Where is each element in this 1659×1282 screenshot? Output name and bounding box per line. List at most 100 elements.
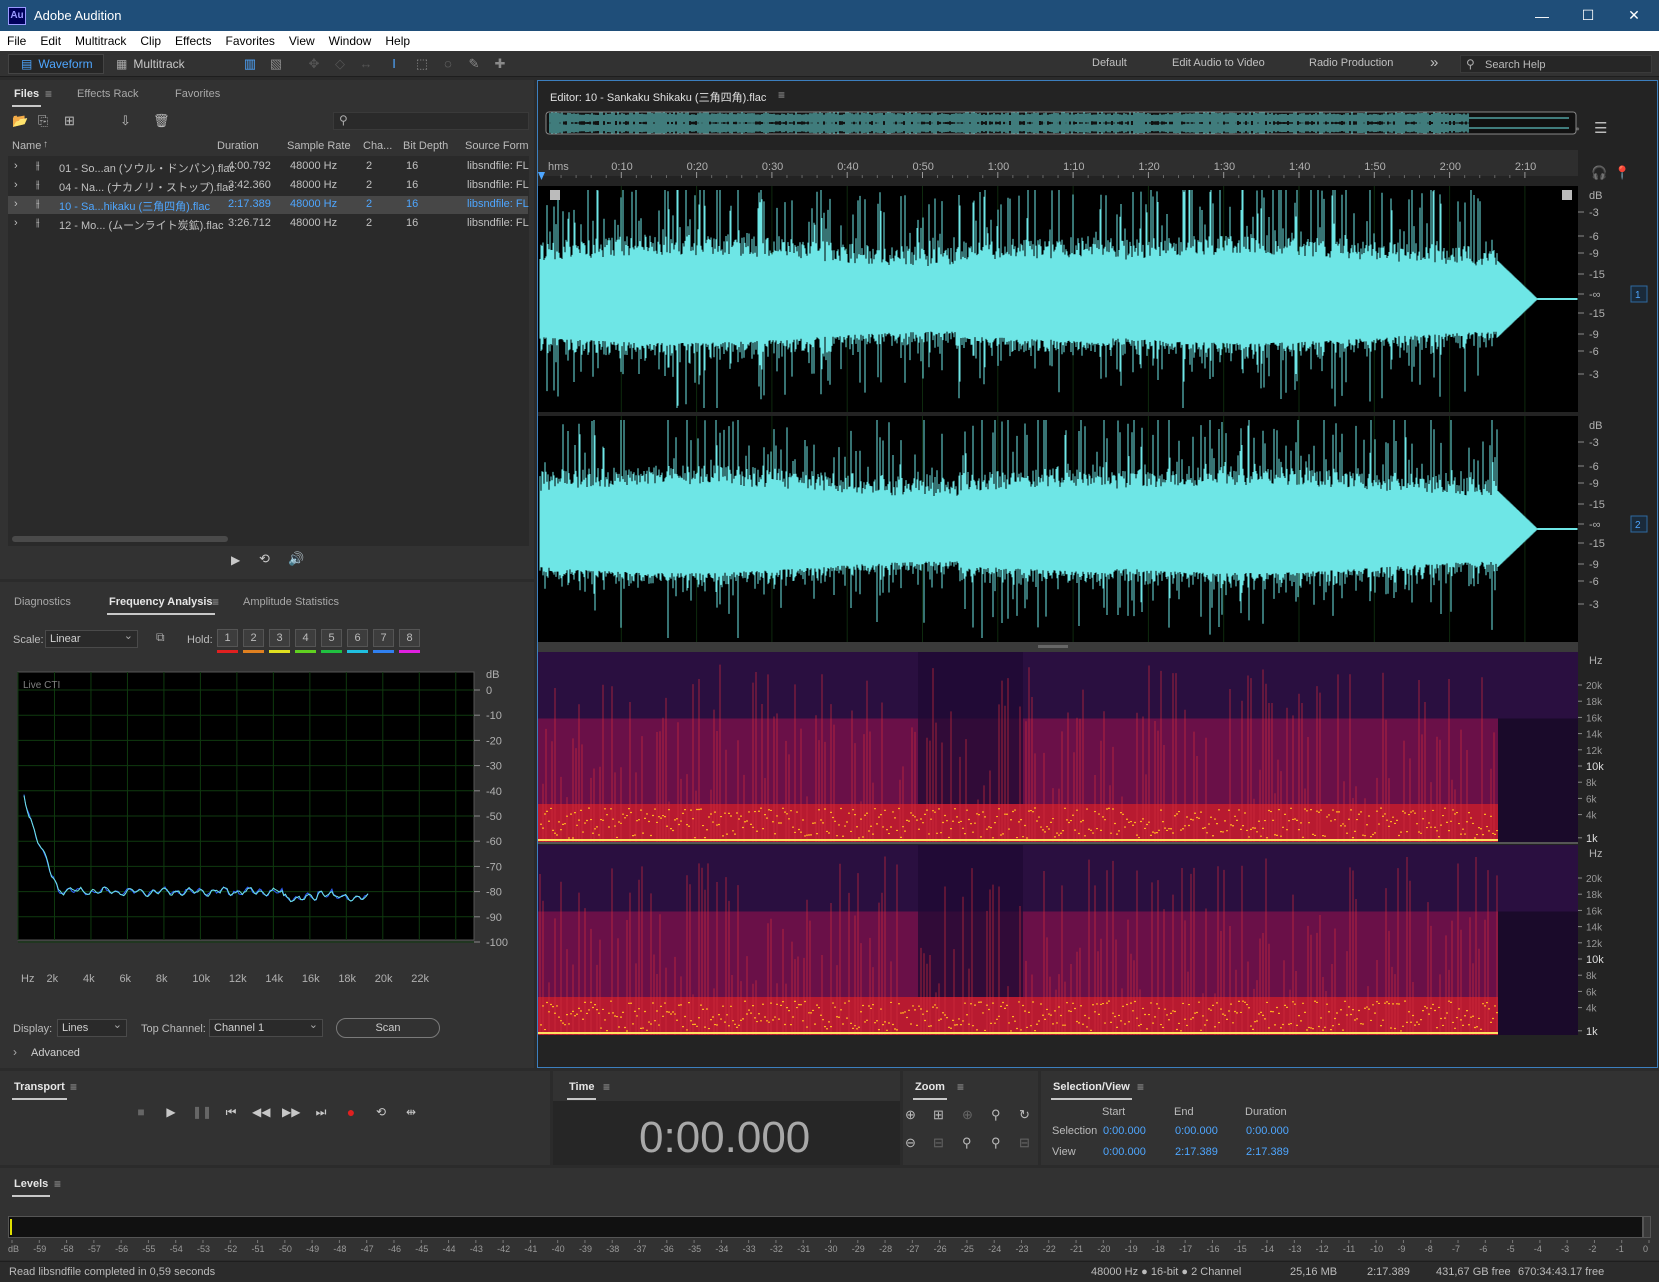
brush-tool-icon[interactable]: ✎ (466, 56, 482, 72)
razor-tool-icon[interactable]: ◇ (332, 56, 348, 72)
auto-play-icon[interactable]: 🔊 (288, 551, 304, 567)
import-file-icon[interactable]: ⎘ (38, 113, 48, 129)
list-item-selected[interactable]: › ⫲ 10 - Sa...hikaku (三角四角).flac 2:17.38… (8, 196, 529, 214)
col-sample-rate[interactable]: Sample Rate (287, 140, 351, 152)
selection-end[interactable]: 0:00.000 (1175, 1125, 1218, 1137)
view-duration[interactable]: 2:17.389 (1246, 1146, 1289, 1158)
tab-frequency-analysis[interactable]: Frequency Analysis (107, 596, 215, 615)
menu-file[interactable]: File (0, 34, 33, 48)
open-file-icon[interactable]: 📂 (12, 113, 28, 129)
list-item[interactable]: › ⫲ 01 - So...an (ソウル・ドンパン).flac 4:00.79… (8, 158, 529, 176)
close-button[interactable]: ✕ (1611, 0, 1657, 31)
loop-preview-icon[interactable]: ⟲ (259, 551, 270, 567)
workspace-edit-audio-to-video[interactable]: Edit Audio to Video (1172, 57, 1265, 69)
col-name[interactable]: Name (12, 140, 41, 152)
stop-icon[interactable]: ■ (132, 1103, 150, 1121)
spot-healing-tool-icon[interactable]: ✚ (492, 56, 508, 72)
tab-favorites[interactable]: Favorites (175, 88, 220, 100)
lasso-tool-icon[interactable]: ◌ (440, 56, 456, 72)
insert-icon[interactable]: ⇩ (120, 113, 131, 129)
expand-icon[interactable]: › (14, 217, 18, 229)
zoom-in-time-icon[interactable]: ⊞ (933, 1107, 944, 1123)
view-end[interactable]: 2:17.389 (1175, 1146, 1218, 1158)
move-tool-icon[interactable]: ✥ (306, 56, 322, 72)
menu-edit[interactable]: Edit (33, 34, 68, 48)
time-selection-tool-icon[interactable]: I (386, 56, 402, 72)
record-icon[interactable]: ● (342, 1103, 360, 1121)
play-icon[interactable]: ▶ (162, 1103, 180, 1121)
zoom-in-amplitude-icon[interactable]: ⊕ (905, 1107, 916, 1123)
search-help-field[interactable]: ⚲ Search Help (1460, 55, 1652, 73)
selection-start[interactable]: 0:00.000 (1103, 1125, 1146, 1137)
clip-indicator[interactable] (1643, 1216, 1651, 1238)
list-item[interactable]: › ⫲ 12 - Mo... (ムーンライト炭鉱).flac 3:26.712 … (8, 215, 529, 233)
levels-menu-icon[interactable]: ≡ (54, 1177, 61, 1191)
col-source-format[interactable]: Source Forma (465, 140, 529, 152)
expand-icon[interactable]: › (14, 179, 18, 191)
fast-forward-icon[interactable]: ▶▶ (282, 1103, 300, 1121)
zoom-in-right-icon[interactable]: ⚲ (991, 1135, 1001, 1151)
workspace-default[interactable]: Default (1092, 57, 1127, 69)
zoom-reset-icon[interactable]: ↻ (1019, 1107, 1030, 1123)
snapshot-icon[interactable]: ⧉ (156, 630, 165, 645)
time-menu-icon[interactable]: ≡ (603, 1080, 610, 1094)
editor-menu-icon[interactable]: ≡ (778, 88, 785, 102)
editor-canvas[interactable]: hms 0:10 0:20 0:30 0:40 0:50 1:00 1:10 1:20 1:30 1… (538, 110, 1658, 1067)
maximize-button[interactable]: ☐ (1565, 0, 1611, 31)
loop-icon[interactable]: ⟲ (372, 1103, 390, 1121)
hold-button-2[interactable]: 2 (243, 629, 264, 647)
skip-end-icon[interactable]: ⏭ (312, 1103, 330, 1121)
trash-icon[interactable]: 🗑 (153, 113, 170, 129)
horizontal-scrollbar[interactable] (12, 536, 228, 542)
slip-tool-icon[interactable]: ↔ (358, 56, 374, 72)
top-channel-select[interactable]: Channel 1 (209, 1017, 323, 1037)
marquee-tool-icon[interactable]: ⬚ (414, 56, 430, 72)
expand-icon[interactable]: › (14, 160, 18, 172)
hold-button-4[interactable]: 4 (295, 629, 316, 647)
zoom-out-time-icon[interactable]: ⊟ (933, 1135, 944, 1151)
new-file-icon[interactable]: ⊞ (64, 113, 75, 129)
workspace-radio-production[interactable]: Radio Production (1309, 57, 1393, 69)
hold-button-6[interactable]: 6 (347, 629, 368, 647)
zoom-selection-icon[interactable]: ⚲ (991, 1107, 1001, 1123)
tab-files[interactable]: Files (11, 88, 42, 107)
scale-select[interactable]: Linear (45, 628, 138, 648)
transport-menu-icon[interactable]: ≡ (70, 1080, 77, 1094)
menu-favorites[interactable]: Favorites (219, 34, 282, 48)
tab-amplitude-statistics[interactable]: Amplitude Statistics (243, 596, 339, 608)
selection-duration[interactable]: 0:00.000 (1246, 1125, 1289, 1137)
skip-start-icon[interactable]: ⏮ (222, 1103, 240, 1121)
minimize-button[interactable]: — (1519, 0, 1565, 31)
menu-view[interactable]: View (282, 34, 322, 48)
tab-diagnostics[interactable]: Diagnostics (14, 596, 71, 608)
files-menu-icon[interactable]: ≡ (45, 87, 52, 101)
tab-effects-rack[interactable]: Effects Rack (77, 88, 139, 100)
hold-button-8[interactable]: 8 (399, 629, 420, 647)
col-channels[interactable]: Cha... (363, 140, 392, 152)
zoom-out-amplitude-icon[interactable]: ⊖ (905, 1135, 916, 1151)
advanced-expand-icon[interactable]: › (13, 1045, 17, 1059)
menu-clip[interactable]: Clip (133, 34, 168, 48)
hold-button-1[interactable]: 1 (217, 629, 238, 647)
zoom-out-full-icon[interactable]: ⚲ (962, 1135, 972, 1151)
spectral-pitch-icon[interactable]: ▧ (268, 56, 284, 72)
spectral-frequency-icon[interactable]: ▥ (242, 56, 258, 72)
advanced-label[interactable]: Advanced (31, 1047, 80, 1059)
hold-button-3[interactable]: 3 (269, 629, 290, 647)
analysis-menu-icon[interactable]: ≡ (212, 595, 219, 609)
selection-menu-icon[interactable]: ≡ (1137, 1080, 1144, 1094)
display-select[interactable]: Lines (57, 1017, 127, 1037)
expand-icon[interactable]: › (14, 198, 18, 210)
zoom-menu-icon[interactable]: ≡ (957, 1080, 964, 1094)
menu-effects[interactable]: Effects (168, 34, 218, 48)
menu-help[interactable]: Help (378, 34, 417, 48)
skip-selection-icon[interactable]: ⇹ (402, 1103, 420, 1121)
rewind-icon[interactable]: ◀◀ (252, 1103, 270, 1121)
zoom-in-left-icon[interactable]: ⊕ (962, 1107, 973, 1123)
col-duration[interactable]: Duration (217, 140, 259, 152)
col-bit-depth[interactable]: Bit Depth (403, 140, 448, 152)
list-item[interactable]: › ⫲ 04 - Na... (ナカノリ・ストップ).flac 3:42.360… (8, 177, 529, 195)
multitrack-view-button[interactable]: ▦ Multitrack (112, 54, 212, 74)
view-start[interactable]: 0:00.000 (1103, 1146, 1146, 1158)
more-workspaces-button[interactable]: » (1430, 54, 1438, 71)
